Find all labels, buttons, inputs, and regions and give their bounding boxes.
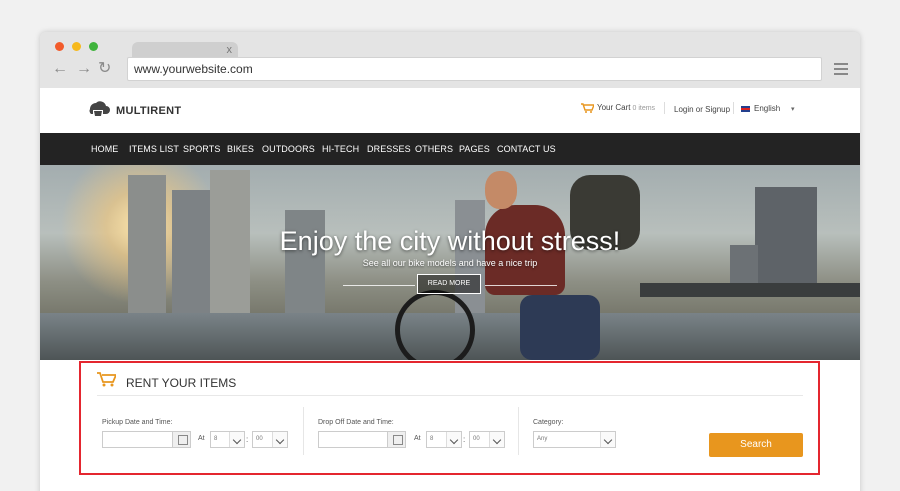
nav-sports[interactable]: SPORTS bbox=[183, 144, 220, 154]
nav-pages[interactable]: PAGES bbox=[459, 144, 490, 154]
hero-bike-wheel bbox=[395, 290, 475, 360]
hero-divider bbox=[343, 285, 415, 286]
main-nav: HOME ITEMS LIST SPORTS BIKES OUTDOORS HI… bbox=[40, 133, 860, 165]
close-window-icon[interactable] bbox=[55, 42, 64, 51]
site-header: MULTIRENT Your Cart 0 items Login or Sign… bbox=[40, 88, 860, 133]
back-icon[interactable]: ← bbox=[52, 60, 68, 78]
nav-bikes[interactable]: BIKES bbox=[227, 144, 254, 154]
browser-tab[interactable]: x bbox=[132, 42, 238, 58]
language-label: English bbox=[754, 104, 781, 113]
hero-divider bbox=[485, 285, 557, 286]
nav-dresses[interactable]: DRESSES bbox=[367, 144, 411, 154]
nav-home[interactable]: HOME bbox=[91, 144, 118, 154]
rent-panel-highlight bbox=[79, 361, 820, 475]
hero-banner: Enjoy the city without stress! See all o… bbox=[40, 165, 860, 360]
read-more-button[interactable]: READ MORE bbox=[417, 274, 481, 294]
address-bar[interactable]: www.yourwebsite.com bbox=[127, 57, 822, 81]
browser-menu-icon[interactable] bbox=[834, 63, 848, 78]
header-divider bbox=[733, 102, 734, 114]
nav-contact-us[interactable]: CONTACT US bbox=[497, 144, 556, 154]
browser-titlebar: x ← → ↻ www.yourwebsite.com bbox=[40, 32, 860, 88]
nav-outdoors[interactable]: OUTDOORS bbox=[262, 144, 315, 154]
reload-icon[interactable]: ↻ bbox=[98, 60, 111, 78]
hero-subtitle: See all our bike models and have a nice … bbox=[362, 258, 538, 268]
maximize-window-icon[interactable] bbox=[89, 42, 98, 51]
hero-bridge bbox=[640, 283, 860, 297]
hero-rider-head bbox=[485, 171, 517, 209]
forward-icon[interactable]: → bbox=[76, 60, 92, 78]
header-divider bbox=[664, 102, 665, 114]
nav-items-list[interactable]: ITEMS LIST bbox=[129, 144, 179, 154]
cart-link[interactable]: Your Cart 0 items bbox=[581, 103, 655, 113]
cart-icon bbox=[581, 103, 594, 113]
login-link[interactable]: Login or Signup bbox=[674, 105, 730, 114]
minimize-window-icon[interactable] bbox=[72, 42, 81, 51]
hero-title: Enjoy the city without stress! bbox=[279, 226, 621, 256]
uk-flag-icon bbox=[741, 105, 750, 112]
cart-count: 0 items bbox=[632, 105, 656, 113]
nav-others[interactable]: OTHERS bbox=[415, 144, 453, 154]
logo-icon[interactable] bbox=[86, 99, 110, 121]
site-logo[interactable]: MULTIRENT bbox=[116, 105, 181, 117]
cart-label: Your Cart bbox=[597, 103, 631, 113]
nav-hi-tech[interactable]: HI-TECH bbox=[322, 144, 359, 154]
tab-close-icon[interactable]: x bbox=[227, 42, 233, 58]
language-selector[interactable]: English bbox=[741, 104, 780, 113]
hero-rider-legs bbox=[520, 295, 600, 360]
chevron-down-icon[interactable]: ▾ bbox=[791, 105, 795, 113]
